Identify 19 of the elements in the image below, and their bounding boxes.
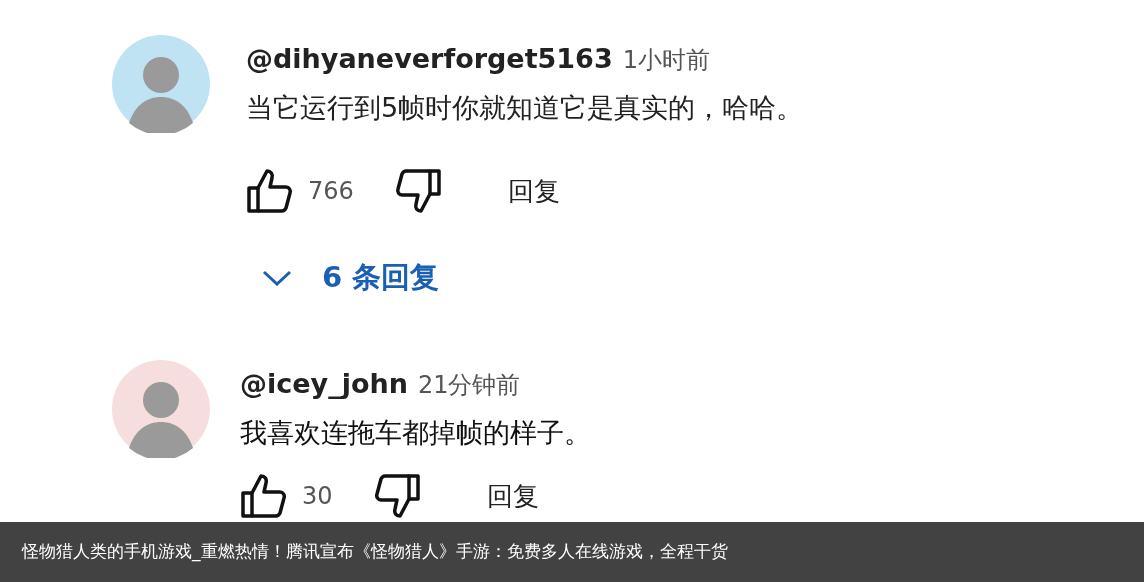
comment-text: 我喜欢连拖车都掉帧的样子。: [240, 415, 591, 450]
comment-time: 21分钟前: [417, 370, 521, 401]
chevron-down-icon: [262, 269, 292, 286]
avatar-icon: [112, 35, 210, 133]
thumbs-down-icon[interactable]: [372, 473, 421, 519]
comment-author[interactable]: @icey_john: [240, 364, 408, 405]
view-replies-button[interactable]: 6 条回复: [262, 256, 804, 300]
caption-text: 怪物猎人类的手机游戏_重燃热情！腾讯宣布《怪物猎人》手游：免费多人在线游戏，全程干货: [22, 540, 728, 564]
reply-button[interactable]: 回复: [486, 483, 539, 509]
comment-author[interactable]: @dihyaneverforget5163: [246, 39, 613, 80]
thumbs-down-icon[interactable]: [393, 168, 442, 214]
like-count: 766: [308, 176, 354, 207]
thumbs-up-icon[interactable]: [240, 473, 288, 519]
thumbs-up-icon[interactable]: [246, 168, 294, 214]
comment-text: 当它运行到5帧时你就知道它是真实的，哈哈。: [246, 90, 804, 125]
like-count: 30: [302, 481, 333, 512]
comment-time: 1小时前: [622, 45, 710, 76]
reply-button[interactable]: 回复: [507, 178, 560, 204]
avatar-icon: [112, 360, 210, 458]
